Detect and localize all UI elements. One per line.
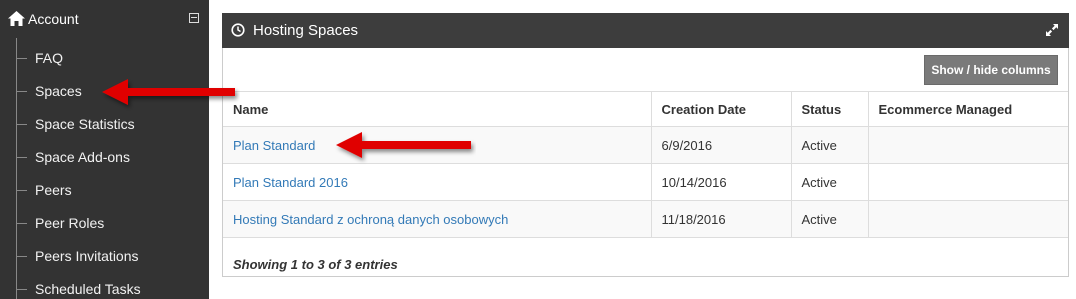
space-link[interactable]: Plan Standard: [233, 138, 315, 153]
table-row: Hosting Standard z ochroną danych osobow…: [223, 200, 1068, 238]
sidebar-item-label: FAQ: [35, 50, 64, 66]
cell-creation-date: 6/9/2016: [650, 126, 792, 164]
sidebar-item-peer-roles[interactable]: Peer Roles: [16, 207, 206, 240]
cell-status: Active: [790, 200, 869, 238]
annotation-arrow-plan-standard: [336, 132, 471, 158]
annotation-arrow-spaces: [102, 79, 235, 105]
table-row: Plan Standard 2016 10/14/2016 Active: [223, 163, 1068, 201]
column-header-creation-date[interactable]: Creation Date: [650, 91, 792, 127]
cell-status: Active: [790, 126, 869, 164]
cell-creation-date: 10/14/2016: [650, 163, 792, 201]
expand-icon[interactable]: [1045, 23, 1059, 37]
sidebar-item-label: Space Statistics: [35, 116, 135, 132]
sidebar-item-label: Peer Roles: [35, 215, 105, 231]
sidebar-header-account[interactable]: Account: [0, 0, 209, 38]
sidebar-item-label: Spaces: [35, 83, 82, 99]
home-icon: [8, 11, 25, 26]
cell-status: Active: [790, 163, 869, 201]
cell-ecommerce-managed: [867, 200, 1068, 238]
column-header-name[interactable]: Name: [223, 91, 652, 127]
cell-name: Hosting Standard z ochroną danych osobow…: [223, 200, 652, 238]
space-link[interactable]: Hosting Standard z ochroną danych osobow…: [233, 212, 508, 227]
sidebar-item-label: Scheduled Tasks: [35, 281, 141, 297]
sidebar-item-peers[interactable]: Peers: [16, 174, 206, 207]
sidebar-item-label: Space Add-ons: [35, 149, 130, 165]
collapse-icon[interactable]: [189, 13, 199, 23]
cell-name: Plan Standard 2016: [223, 163, 652, 201]
panel-title: Hosting Spaces: [253, 22, 359, 39]
table-header-row: Name Creation Date Status Ecommerce Mana…: [223, 91, 1068, 127]
cell-ecommerce-managed: [867, 126, 1068, 164]
sidebar-item-faq[interactable]: FAQ: [16, 42, 206, 75]
show-hide-columns-button[interactable]: Show / hide columns: [924, 55, 1058, 85]
sidebar-item-scheduled-tasks[interactable]: Scheduled Tasks: [16, 273, 206, 299]
column-header-ecommerce-managed[interactable]: Ecommerce Managed: [867, 91, 1068, 127]
sidebar-item-peers-invitations[interactable]: Peers Invitations: [16, 240, 206, 273]
panel-heading: Hosting Spaces: [222, 13, 1069, 48]
space-link[interactable]: Plan Standard 2016: [233, 175, 348, 190]
sidebar-item-space-add-ons[interactable]: Space Add-ons: [16, 141, 206, 174]
cell-creation-date: 11/18/2016: [650, 200, 792, 238]
table-info: Showing 1 to 3 of 3 entries: [233, 257, 398, 272]
column-header-status[interactable]: Status: [790, 91, 869, 127]
sidebar-title: Account: [28, 11, 79, 27]
sidebar: Account FAQ Spaces Space Statistics Spac…: [0, 0, 209, 299]
clock-icon: [231, 23, 245, 37]
sidebar-item-label: Peers: [35, 182, 72, 198]
cell-ecommerce-managed: [867, 163, 1068, 201]
sidebar-item-label: Peers Invitations: [35, 248, 139, 264]
